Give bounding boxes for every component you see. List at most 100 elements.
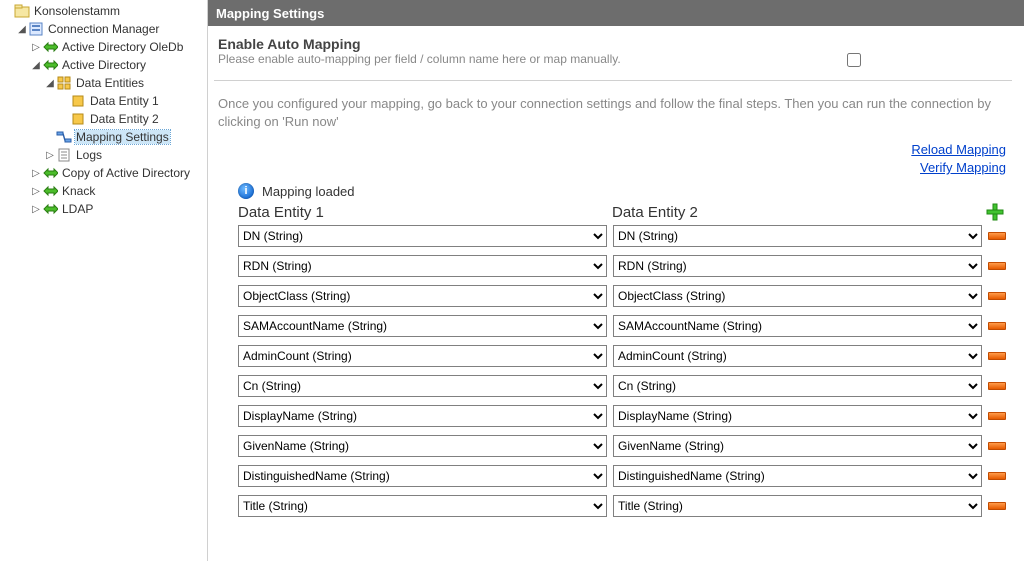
mapping-left-select[interactable]: GivenName (String) [238,435,607,457]
remove-mapping-button[interactable] [988,499,1006,513]
mapping-left-select[interactable]: SAMAccountName (String) [238,315,607,337]
tree-data-entities[interactable]: ◢ Data Entities [0,74,207,92]
mapping-left-select[interactable]: RDN (String) [238,255,607,277]
entities-icon [56,75,72,91]
console-tree: ▶ Konsolenstamm ◢ Connection Manager ▷ A… [0,0,208,561]
mapping-row: Title (String) Title (String) [238,495,1006,517]
twisty-collapsed-icon[interactable]: ▷ [30,186,42,197]
remove-mapping-button[interactable] [988,439,1006,453]
tree-label: Active Directory [61,58,147,72]
tree-copy-of-ad[interactable]: ▷ Copy of Active Directory [0,164,207,182]
twisty-icon: ▶ [44,132,56,143]
auto-mapping-desc: Please enable auto-mapping per field / c… [218,52,698,67]
tree-label: LDAP [61,202,94,216]
tree-mapping-settings[interactable]: ▶ Mapping Settings [0,128,207,146]
mapping-left-select[interactable]: AdminCount (String) [238,345,607,367]
manager-icon [28,21,44,37]
mapping-right-select[interactable]: RDN (String) [613,255,982,277]
mapping-row: GivenName (String) GivenName (String) [238,435,1006,457]
remove-mapping-button[interactable] [988,379,1006,393]
add-mapping-button[interactable] [986,203,1004,221]
twisty-collapsed-icon[interactable]: ▷ [30,168,42,179]
remove-mapping-button[interactable] [988,229,1006,243]
logs-icon [56,147,72,163]
remove-mapping-button[interactable] [988,289,1006,303]
minus-icon [988,232,1006,240]
connector-icon [42,183,58,199]
auto-mapping-checkbox[interactable] [847,53,861,67]
twisty-icon: ▶ [2,6,14,17]
minus-icon [988,262,1006,270]
twisty-expanded-icon[interactable]: ◢ [16,24,28,35]
tree-root[interactable]: ▶ Konsolenstamm [0,2,207,20]
tree-logs[interactable]: ▷ Logs [0,146,207,164]
remove-mapping-button[interactable] [988,469,1006,483]
remove-mapping-button[interactable] [988,349,1006,363]
status-text: Mapping loaded [262,184,355,199]
auto-mapping-heading: Enable Auto Mapping [218,36,698,52]
tree-ldap[interactable]: ▷ LDAP [0,200,207,218]
mapping-left-select[interactable]: Cn (String) [238,375,607,397]
status-row: i Mapping loaded [214,177,1012,201]
mapping-right-select[interactable]: DisplayName (String) [613,405,982,427]
connector-icon [42,201,58,217]
minus-icon [988,292,1006,300]
folder-icon [14,3,30,19]
mapping-right-select[interactable]: GivenName (String) [613,435,982,457]
mapping-row: DistinguishedName (String) DistinguishedN… [238,465,1006,487]
mapping-right-select[interactable]: DN (String) [613,225,982,247]
entity-icon [70,111,86,127]
entity-icon [70,93,86,109]
minus-icon [988,322,1006,330]
twisty-expanded-icon[interactable]: ◢ [44,78,56,89]
tree-data-entity-1[interactable]: ▶ Data Entity 1 [0,92,207,110]
reload-mapping-link[interactable]: Reload Mapping [911,142,1006,157]
col-header-1: Data Entity 1 [238,204,612,221]
twisty-collapsed-icon[interactable]: ▷ [30,204,42,215]
mapping-row: DN (String) DN (String) [238,225,1006,247]
mapping-left-select[interactable]: Title (String) [238,495,607,517]
mapping-links: Reload Mapping Verify Mapping [214,135,1012,177]
connector-icon [42,39,58,55]
mapping-left-select[interactable]: ObjectClass (String) [238,285,607,307]
verify-mapping-link[interactable]: Verify Mapping [920,160,1006,175]
tree-active-directory[interactable]: ◢ Active Directory [0,56,207,74]
tree-knack[interactable]: ▷ Knack [0,182,207,200]
minus-icon [988,412,1006,420]
mapping-row: AdminCount (String) AdminCount (String) [238,345,1006,367]
tree-label: Data Entities [75,76,145,90]
auto-mapping-section: Enable Auto Mapping Please enable auto-m… [214,32,1012,81]
tree-data-entity-2[interactable]: ▶ Data Entity 2 [0,110,207,128]
remove-mapping-button[interactable] [988,409,1006,423]
tree-label: Mapping Settings [75,130,170,144]
remove-mapping-button[interactable] [988,319,1006,333]
mapping-left-select[interactable]: DisplayName (String) [238,405,607,427]
mapping-row: SAMAccountName (String) SAMAccountName (S… [238,315,1006,337]
twisty-icon: ▶ [58,114,70,125]
twisty-collapsed-icon[interactable]: ▷ [30,42,42,53]
mapping-left-select[interactable]: DN (String) [238,225,607,247]
connector-icon [42,57,58,73]
mapping-right-select[interactable]: AdminCount (String) [613,345,982,367]
mapping-right-select[interactable]: SAMAccountName (String) [613,315,982,337]
mapping-right-select[interactable]: Cn (String) [613,375,982,397]
mapping-icon [56,129,72,145]
mapping-right-select[interactable]: Title (String) [613,495,982,517]
twisty-expanded-icon[interactable]: ◢ [30,60,42,71]
remove-mapping-button[interactable] [988,259,1006,273]
panel-title-text: Mapping Settings [216,6,324,21]
tree-label: Active Directory OleDb [61,40,184,54]
mapping-right-select[interactable]: ObjectClass (String) [613,285,982,307]
instruction-text: Once you configured your mapping, go bac… [214,81,1012,135]
tree-ad-oledb[interactable]: ▷ Active Directory OleDb [0,38,207,56]
mapping-row: DisplayName (String) DisplayName (String) [238,405,1006,427]
mapping-row: ObjectClass (String) ObjectClass (String) [238,285,1006,307]
minus-icon [988,382,1006,390]
minus-icon [988,502,1006,510]
info-icon: i [238,183,254,199]
tree-label: Copy of Active Directory [61,166,191,180]
mapping-left-select[interactable]: DistinguishedName (String) [238,465,607,487]
tree-connection-manager[interactable]: ◢ Connection Manager [0,20,207,38]
twisty-collapsed-icon[interactable]: ▷ [44,150,56,161]
mapping-right-select[interactable]: DistinguishedName (String) [613,465,982,487]
